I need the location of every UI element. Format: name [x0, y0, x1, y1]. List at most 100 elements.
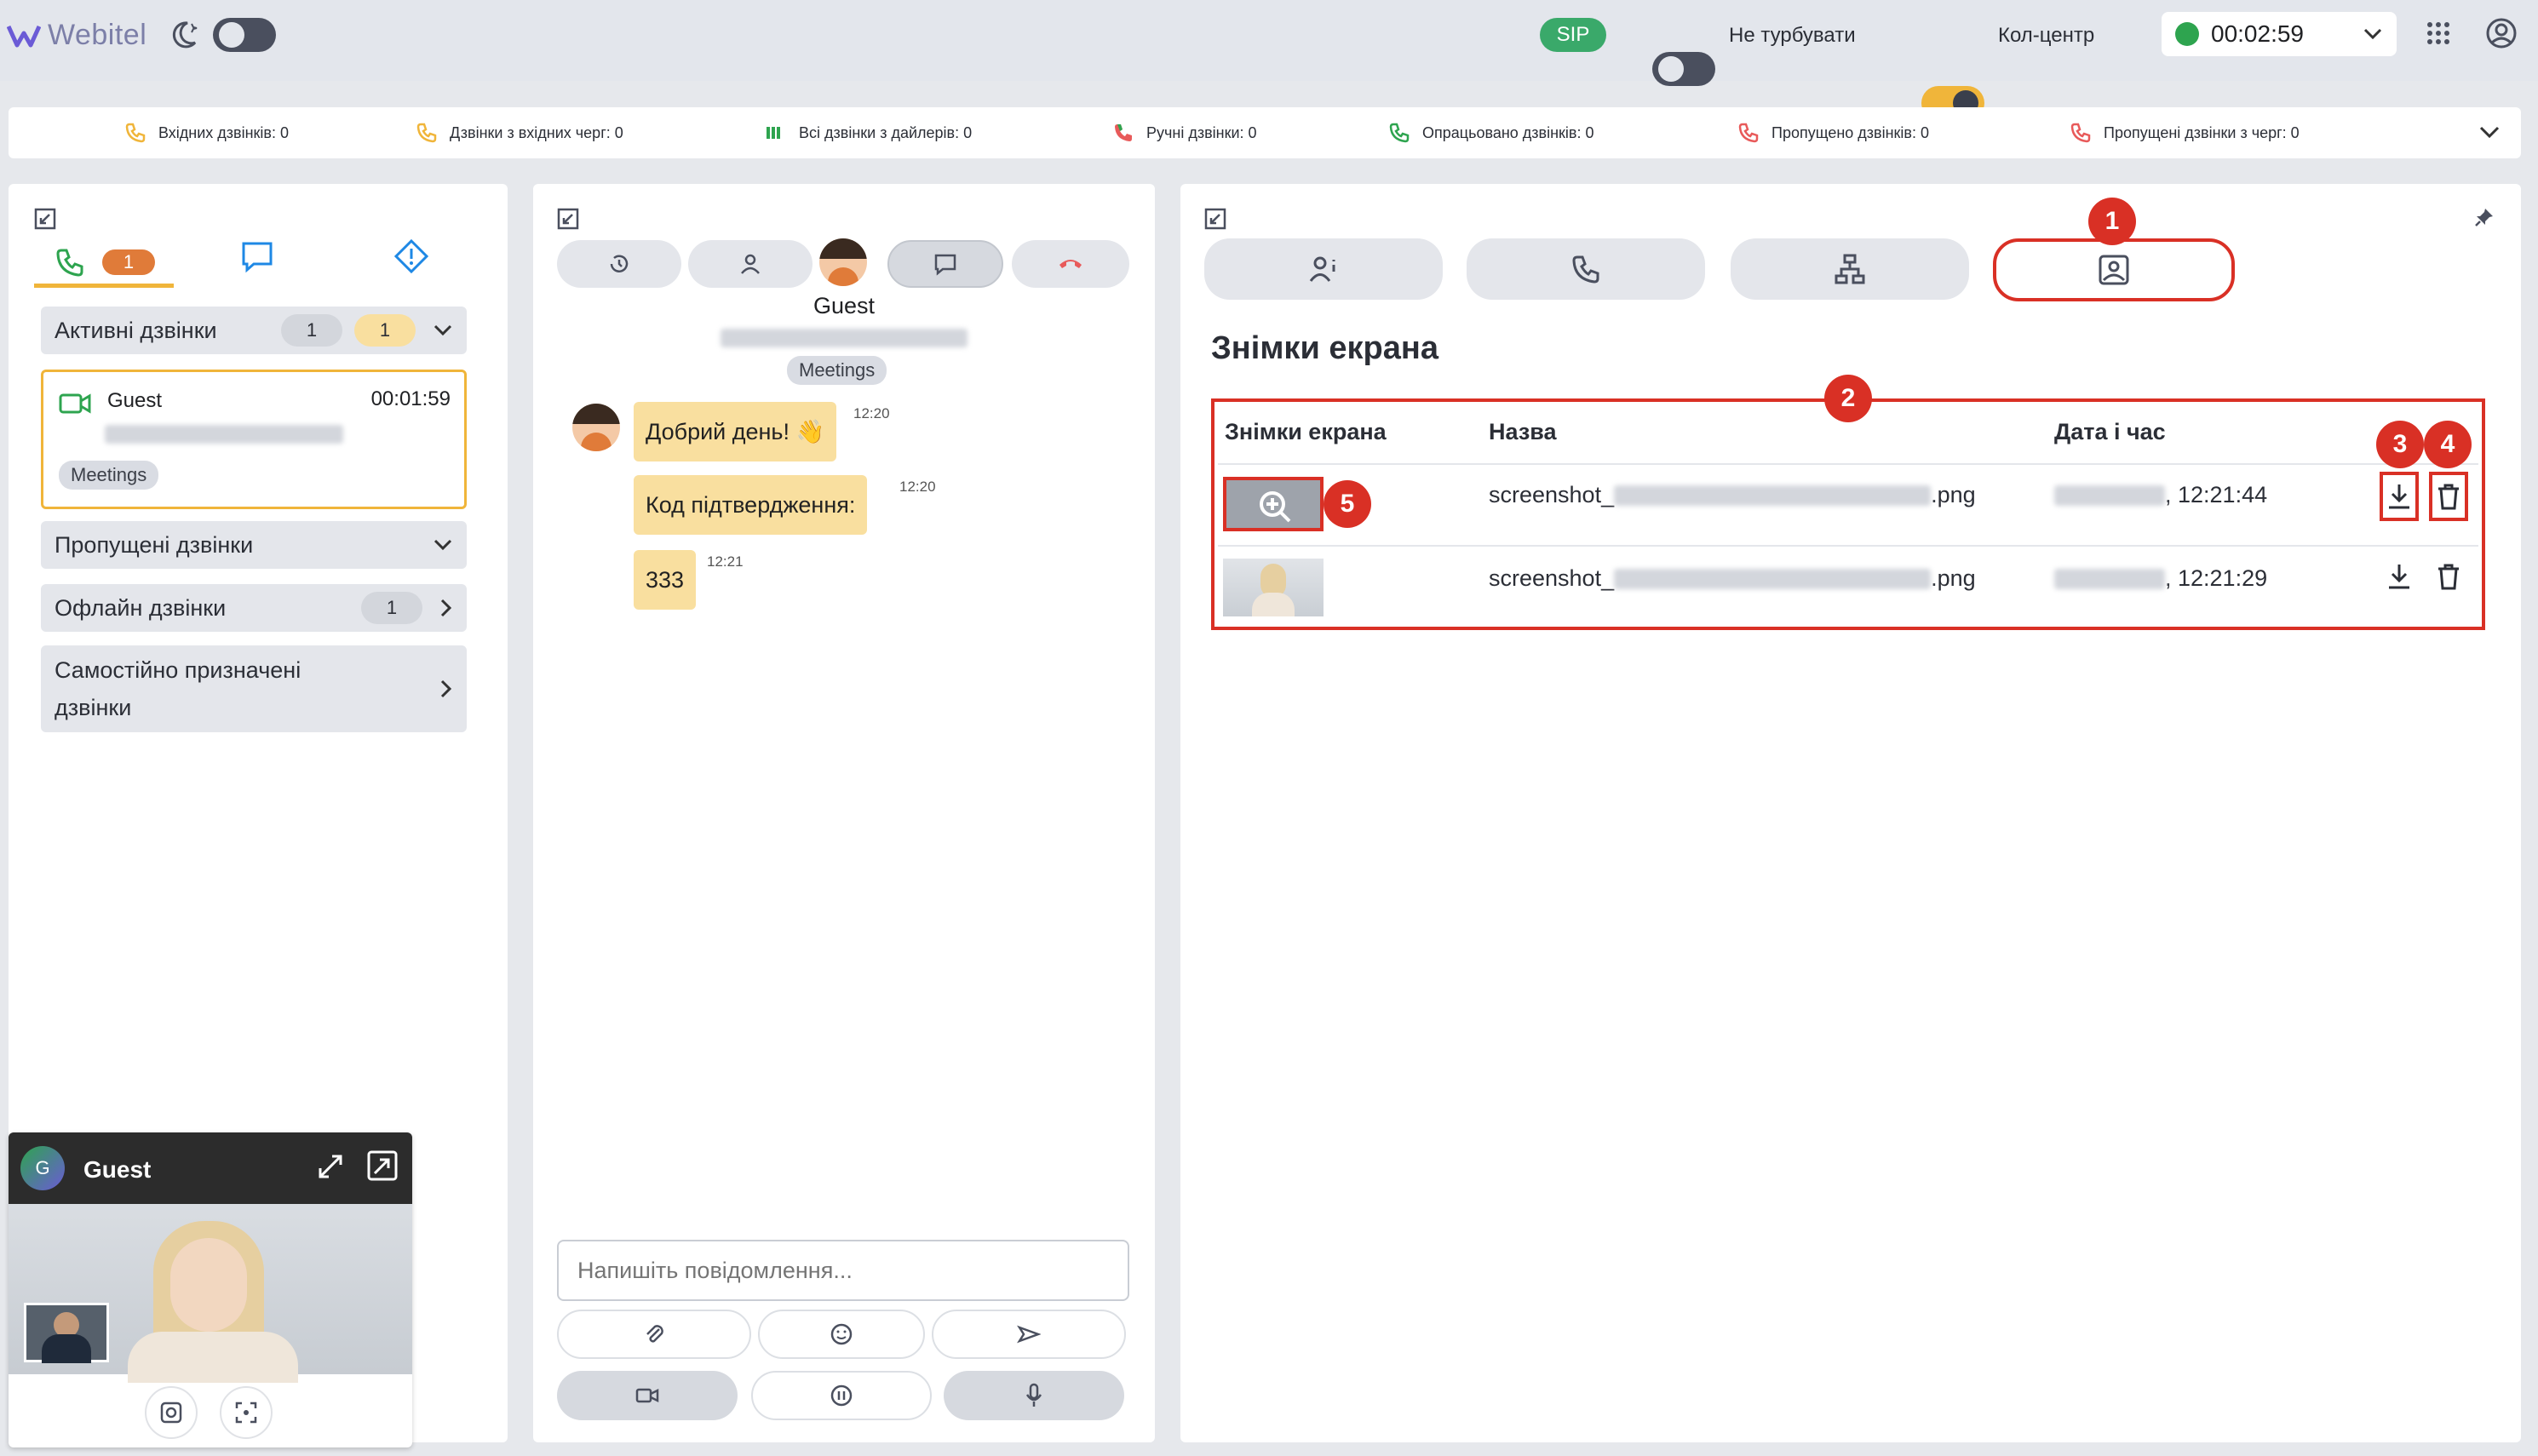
stat-dialer: Всі дзвінки з дайлерів: 0 — [765, 122, 1112, 144]
pause-icon — [830, 1384, 853, 1407]
alert-diamond-icon — [393, 238, 429, 274]
focus-frame-icon — [235, 1402, 257, 1424]
history-icon — [610, 255, 629, 272]
self-assigned-calls-section[interactable]: Самостійно призначені дзвінки — [41, 645, 467, 732]
popout-icon[interactable] — [366, 1149, 399, 1182]
download-button[interactable] — [2386, 562, 2412, 591]
tab-client-info[interactable] — [1204, 238, 1443, 300]
tab-calls[interactable]: 1 — [34, 240, 174, 288]
active-calls-section[interactable]: Активні дзвінки 1 1 — [41, 307, 467, 354]
video-toggle-button[interactable] — [557, 1371, 738, 1420]
status-timer: 00:02:59 — [2211, 20, 2304, 47]
caller-details-redacted — [105, 425, 343, 444]
screenshot-filename[interactable]: screenshot_ .png — [1489, 482, 1976, 508]
stat-incoming: Вхідних дзвінків: 0 — [124, 122, 416, 144]
history-button[interactable] — [557, 240, 681, 288]
online-status-dot — [2175, 22, 2199, 46]
guest-avatar-image — [819, 238, 867, 286]
screenshot-thumbnail[interactable] — [1223, 559, 1324, 616]
emoji-button[interactable] — [758, 1310, 925, 1359]
focus-button[interactable] — [220, 1386, 273, 1439]
message-input[interactable] — [557, 1240, 1129, 1301]
send-icon — [1017, 1325, 1041, 1344]
webitel-logo-icon — [7, 25, 41, 47]
message-time: 12:20 — [899, 479, 936, 495]
column-header-screenshot: Знімки екрана — [1225, 419, 1387, 444]
callout-5: 5 — [1324, 480, 1371, 528]
paperclip-icon — [646, 1325, 663, 1343]
contact-details-redacted — [721, 329, 968, 347]
top-bar — [0, 0, 2538, 81]
delete-button[interactable] — [2429, 472, 2468, 521]
chat-meetings-tag: Meetings — [787, 356, 887, 385]
call-stats-bar: Вхідних дзвінків: 0 Дзвінки з вхідних че… — [9, 107, 2521, 158]
chevron-down-icon — [434, 539, 452, 551]
callcenter-label: Кол-центр — [1998, 24, 2095, 47]
download-button[interactable] — [2380, 472, 2419, 521]
tab-flow[interactable] — [1731, 238, 1969, 300]
dnd-toggle[interactable] — [1652, 52, 1715, 86]
microphone-button[interactable] — [944, 1371, 1124, 1420]
offline-count-badge: 1 — [361, 592, 422, 624]
caller-name: Guest — [107, 389, 163, 412]
remote-face — [170, 1238, 247, 1332]
active-call-card[interactable]: Guest 00:01:59 Meetings — [41, 370, 467, 509]
pin-icon[interactable] — [2473, 206, 2495, 228]
tab-call-info[interactable] — [1467, 238, 1705, 300]
queue-call-icon — [416, 123, 437, 143]
dnd-label: Не турбувати — [1729, 24, 1856, 47]
apps-grid-icon[interactable] — [2426, 20, 2451, 46]
user-icon — [741, 254, 760, 274]
hold-button[interactable] — [751, 1371, 932, 1420]
attach-button[interactable] — [557, 1310, 751, 1359]
screenshot-thumbnail[interactable] — [1223, 477, 1324, 531]
remote-shirt — [128, 1332, 298, 1383]
guest-avatar: G — [20, 1146, 65, 1190]
tab-tasks[interactable] — [393, 238, 429, 274]
collapse-chat-icon[interactable] — [557, 208, 579, 230]
hangup-button[interactable] — [1012, 240, 1129, 288]
video-header — [9, 1132, 412, 1204]
missed-calls-section[interactable]: Пропущені дзвінки — [41, 521, 467, 569]
video-camera-icon — [635, 1388, 659, 1403]
camera-capture-icon — [160, 1402, 182, 1424]
moon-icon — [167, 19, 199, 51]
stats-expand-chevron-icon[interactable] — [2478, 125, 2501, 140]
remote-video-stream — [9, 1204, 412, 1383]
status-select[interactable]: 00:02:59 — [2162, 12, 2397, 56]
screenshots-title: Знімки екрана — [1211, 330, 1438, 366]
processed-call-icon — [1389, 123, 1410, 143]
missed-call-icon — [1738, 123, 1759, 143]
screenshot-filename[interactable]: screenshot_ .png — [1489, 565, 1976, 592]
fullscreen-icon[interactable] — [317, 1153, 344, 1180]
chat-contact-name: Guest — [813, 293, 876, 318]
manual-call-icon — [1115, 124, 1132, 141]
chat-tab-button[interactable] — [887, 240, 1003, 288]
trash-icon — [2438, 564, 2459, 590]
missed-queue-icon — [2070, 123, 2091, 143]
callout-4: 4 — [2424, 421, 2472, 468]
screenshot-button[interactable] — [145, 1386, 198, 1439]
offline-calls-section[interactable]: Офлайн дзвінки 1 — [41, 584, 467, 632]
collapse-right-panel-icon[interactable] — [1204, 208, 1226, 230]
contact-info-button[interactable] — [688, 240, 813, 288]
delete-button[interactable] — [2436, 562, 2461, 591]
stat-manual: Ручні дзвінки: 0 — [1112, 122, 1388, 144]
stat-missed: Пропущено дзвінків: 0 — [1737, 122, 2070, 144]
message-bubble: 333 — [634, 550, 697, 610]
message-avatar — [572, 404, 620, 451]
user-info-icon — [1309, 256, 1335, 282]
theme-toggle[interactable] — [213, 18, 276, 52]
tab-screenshots[interactable] — [1993, 238, 2235, 301]
message-bubble: Код підтвердження: — [634, 475, 868, 535]
tab-chats[interactable] — [240, 240, 274, 274]
send-button[interactable] — [932, 1310, 1126, 1359]
collapse-panel-icon[interactable] — [34, 208, 56, 230]
chevron-right-icon — [440, 599, 452, 617]
dialer-icon — [767, 127, 780, 139]
user-profile-icon[interactable] — [2485, 17, 2518, 49]
active-count-badge: 1 — [281, 314, 342, 347]
image-gallery-icon — [2099, 255, 2129, 285]
self-video-preview[interactable] — [24, 1303, 109, 1363]
chat-bubble-icon — [934, 254, 956, 276]
